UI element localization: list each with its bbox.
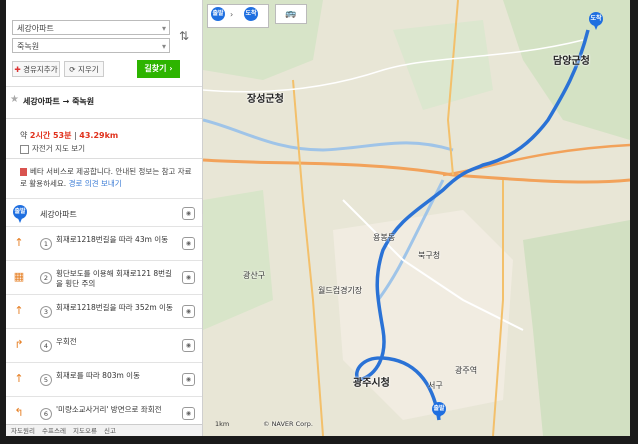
map-label-gwangsan: 광산구 (243, 271, 266, 280)
step-number: 2 (40, 272, 52, 284)
swap-icon[interactable]: ⇅ (176, 26, 192, 46)
end-marker-icon[interactable]: 도착 (244, 7, 258, 25)
end-marker-label: 도착 (244, 7, 258, 21)
step-number: 5 (40, 374, 52, 386)
end-input[interactable]: 죽녹원 ▾ (12, 38, 170, 53)
plus-icon: ✚ (14, 65, 21, 74)
star-icon[interactable]: ★ (10, 94, 19, 105)
bus-icon: 🚌 (285, 9, 297, 19)
route-step[interactable]: ↱ 4 우회전 ◉ (6, 328, 202, 363)
crosswalk-icon: ▦ (13, 270, 25, 283)
map-toolbar: 출발 › 도착 (207, 4, 269, 28)
route-step[interactable]: ↑ 3 회재로1218번길을 따라 352m 이동 ◉ (6, 294, 202, 329)
turn-right-icon: ↱ (14, 338, 24, 351)
bike-map-label: 자전거 지도 보기 (32, 144, 86, 153)
clear-label: 지우기 (77, 65, 99, 74)
summary-prefix: 약 (20, 131, 30, 140)
route-step[interactable]: ▦ 2 횡단보도를 이용해 회재로121 8번길을 횡단 주의 ◉ (6, 260, 202, 295)
origin-label: 세강아파트 (40, 210, 77, 219)
start-marker-icon[interactable]: 출발 (211, 7, 225, 25)
footer-link[interactable]: 수프스레 (42, 427, 66, 435)
map-label-seogu: 서구 (428, 381, 443, 390)
start-input[interactable]: 세강아파트 ▾ (12, 20, 170, 35)
footer-link[interactable]: 자도원리 (11, 427, 35, 435)
bike-map-checkbox[interactable]: 자전거 지도 보기 (20, 143, 85, 154)
step-text: 회재로1218번길을 따라 43m 이동 (56, 235, 169, 244)
map-view[interactable]: 출발 › 도착 🚌 도착 출발 장성군청 담양군청 광주시청 북구청 광주역 월… (203, 0, 630, 436)
camera-icon[interactable]: ◉ (182, 271, 195, 284)
divider (6, 118, 202, 119)
add-waypoint-label: 경유지추가 (23, 65, 58, 74)
map-label-gwangju: 광주시청 (353, 378, 390, 389)
start-marker-label: 출발 (211, 7, 225, 21)
origin-pin[interactable]: 출발 (432, 402, 446, 420)
footer-bar: 자도원리 수프스레 지도오류 신고 (6, 424, 202, 436)
camera-icon[interactable]: ◉ (182, 237, 195, 250)
route-step[interactable]: ↑ 1 회재로1218번길을 따라 43m 이동 ◉ (6, 226, 202, 261)
end-input-value: 죽녹원 (17, 42, 40, 51)
camera-icon[interactable]: ◉ (182, 407, 195, 420)
start-input-value: 세강아파트 (17, 24, 54, 33)
start-pin-icon: 출발 (13, 205, 27, 223)
map-label-jangseong: 장성군청 (247, 94, 284, 105)
route-time: 2시간 53분 (29, 131, 72, 140)
divider (6, 86, 202, 87)
transport-mode-toggle[interactable]: 🚌 (275, 4, 307, 24)
route-summary: 약 2시간 53분 | 43.29km (20, 130, 118, 141)
map-label-gwangjuyeok: 광주역 (455, 366, 478, 375)
step-number: 1 (40, 238, 52, 250)
step-text: '미량소교사거리' 방면으로 좌회전 (56, 405, 162, 414)
camera-icon[interactable]: ◉ (182, 339, 195, 352)
arrow-up-icon: ↑ (14, 372, 24, 385)
camera-icon[interactable]: ◉ (182, 373, 195, 386)
feedback-link[interactable]: 경로 의견 보내기 (69, 179, 122, 188)
route-step[interactable]: ↑ 5 회재로를 따라 803m 이동 ◉ (6, 362, 202, 397)
step-number: 3 (40, 306, 52, 318)
map-label-yongbong: 용봉동 (373, 233, 396, 242)
map-scale: 1km (215, 420, 230, 428)
turn-left-icon: ↰ (14, 406, 24, 419)
route-distance: 43.29km (79, 131, 119, 140)
step-text: 회재로를 따라 803m 이동 (56, 371, 140, 380)
origin-row[interactable]: 출발 세강아파트 ◉ (6, 198, 202, 227)
step-number: 4 (40, 340, 52, 352)
step-text: 회재로1218번길을 따라 352m 이동 (56, 303, 173, 312)
find-route-button[interactable]: 길찾기 › (137, 60, 180, 78)
footer-link[interactable]: 신고 (104, 427, 116, 435)
add-waypoint-button[interactable]: ✚ 경유지추가 (12, 61, 60, 77)
beta-notice: 베타 서비스로 제공합니다. 안내된 정보는 참고 자료로 활용하세요. 경로 … (20, 166, 192, 190)
map-label-damyang: 담양군청 (553, 56, 590, 67)
checkbox-icon (20, 144, 29, 154)
chevron-down-icon[interactable]: ▾ (162, 39, 166, 54)
camera-icon[interactable]: ◉ (182, 207, 195, 220)
step-text: 횡단보도를 이용해 회재로121 8번길을 횡단 주의 (56, 269, 172, 288)
map-label-worldcup: 월드컵경기장 (318, 286, 363, 295)
step-text: 우회전 (56, 337, 77, 346)
chevron-down-icon[interactable]: ▾ (162, 21, 166, 36)
info-icon (20, 168, 27, 176)
footer-link[interactable]: 지도오류 (73, 427, 97, 435)
arrow-up-icon: ↑ (14, 236, 24, 249)
map-label-bukgu: 북구청 (418, 251, 441, 260)
app-frame: 세강아파트 ▾ 죽녹원 ▾ ⇅ ✚ 경유지추가 ⟳ 지우기 길찾기 › ★ 세강… (6, 0, 630, 436)
refresh-icon: ⟳ (69, 65, 76, 74)
clear-button[interactable]: ⟳ 지우기 (64, 61, 104, 77)
step-number: 6 (40, 408, 52, 420)
chevron-right-icon: › (230, 10, 234, 19)
directions-panel: 세강아파트 ▾ 죽녹원 ▾ ⇅ ✚ 경유지추가 ⟳ 지우기 길찾기 › ★ 세강… (6, 0, 203, 436)
route-title: 세강아파트 → 죽녹원 (23, 97, 95, 106)
destination-pin[interactable]: 도착 (589, 12, 603, 30)
map-copyright: © NAVER Corp. (263, 420, 313, 428)
arrow-up-icon: ↑ (14, 304, 24, 317)
camera-icon[interactable]: ◉ (182, 305, 195, 318)
divider (6, 158, 202, 159)
